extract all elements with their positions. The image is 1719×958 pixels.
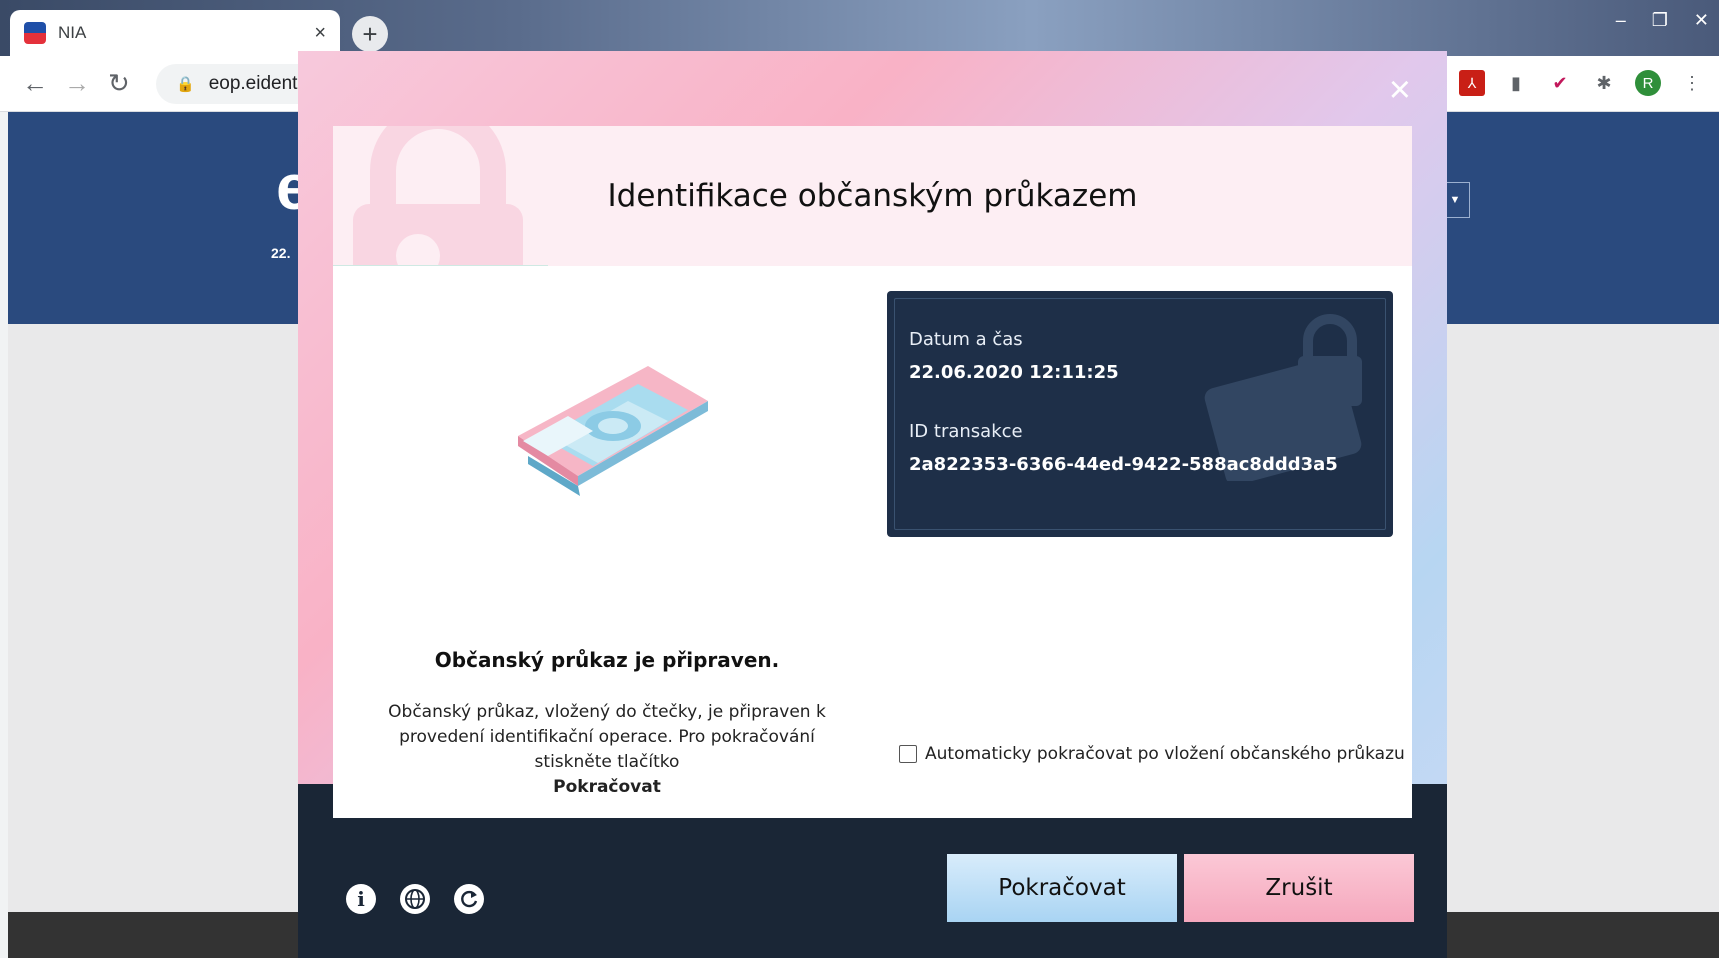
pocket-extension-icon[interactable]: ✔: [1547, 70, 1573, 96]
progress-line: [333, 265, 548, 266]
transaction-id-value: 2a822353-6366-44ed-9422-588ac8ddd3a5: [909, 454, 1338, 475]
panel-header: Identifikace občanským průkazem: [333, 126, 1412, 266]
page-date: 22.: [271, 245, 291, 261]
status-title: Občanský průkaz je připraven.: [434, 648, 780, 672]
new-tab-button[interactable]: +: [352, 16, 388, 52]
info-icon[interactable]: i: [346, 884, 376, 914]
globe-icon[interactable]: [400, 884, 430, 914]
tab-close-icon[interactable]: ×: [314, 22, 326, 45]
window-close-icon[interactable]: ✕: [1694, 10, 1709, 31]
auto-continue-option[interactable]: Automaticky pokračovat po vložení občans…: [899, 744, 1405, 764]
browser-tabbar: NIA × + – ❐ ✕: [0, 0, 1719, 56]
footer-icons: i: [346, 884, 484, 914]
extension-icon[interactable]: ▮: [1503, 70, 1529, 96]
transaction-id-label: ID transakce: [909, 421, 1023, 442]
status-description-text: Občanský průkaz, vložený do čtečky, je p…: [388, 702, 826, 772]
pdf-extension-icon[interactable]: ⅄: [1459, 70, 1485, 96]
extensions: ⅄ ▮ ✔ ✱ R ⋮: [1459, 70, 1705, 96]
datetime-label: Datum a čas: [909, 329, 1023, 350]
cancel-button[interactable]: Zrušit: [1184, 854, 1414, 922]
dialog-close-icon[interactable]: ×: [1389, 71, 1411, 109]
status-description: Občanský průkaz, vložený do čtečky, je p…: [363, 700, 851, 800]
puzzle-icon[interactable]: ✱: [1591, 70, 1617, 96]
id-card-dialog: × i Identifikace občanským průkazem Obča…: [298, 51, 1447, 958]
tab-title: NIA: [58, 23, 87, 42]
back-icon[interactable]: ←: [22, 68, 48, 99]
transaction-info-card: Datum a čas 22.06.2020 12:11:25 ID trans…: [887, 291, 1393, 537]
forward-icon[interactable]: →: [64, 68, 90, 99]
auto-continue-label: Automaticky pokračovat po vložení občans…: [925, 744, 1405, 764]
menu-icon[interactable]: ⋮: [1679, 70, 1705, 96]
favicon-icon: [24, 22, 46, 44]
status-description-bold: Pokračovat: [553, 777, 661, 797]
datetime-value: 22.06.2020 12:11:25: [909, 362, 1119, 383]
restore-icon[interactable]: ❐: [1652, 10, 1668, 31]
reload-icon[interactable]: ↻: [108, 68, 130, 99]
dialog-title: Identifikace občanským průkazem: [607, 178, 1138, 214]
browser-tab[interactable]: NIA ×: [10, 10, 340, 56]
window-controls: – ❐ ✕: [1616, 10, 1709, 31]
dialog-panel: Identifikace občanským průkazem Občanský…: [333, 126, 1412, 818]
lock-icon: 🔒: [176, 76, 195, 93]
auto-continue-checkbox[interactable]: [899, 745, 917, 763]
url-text: eop.eidentit: [208, 73, 307, 94]
continue-button[interactable]: Pokračovat: [947, 854, 1177, 922]
refresh-icon[interactable]: [454, 884, 484, 914]
profile-avatar[interactable]: R: [1635, 70, 1661, 96]
minimize-icon[interactable]: –: [1616, 10, 1626, 31]
card-reader-illustration: [518, 366, 708, 496]
screen: NIA × + – ❐ ✕ ← → ↻ 🔒 eop.eidentit ⅄ ▮ ✔…: [0, 0, 1719, 958]
